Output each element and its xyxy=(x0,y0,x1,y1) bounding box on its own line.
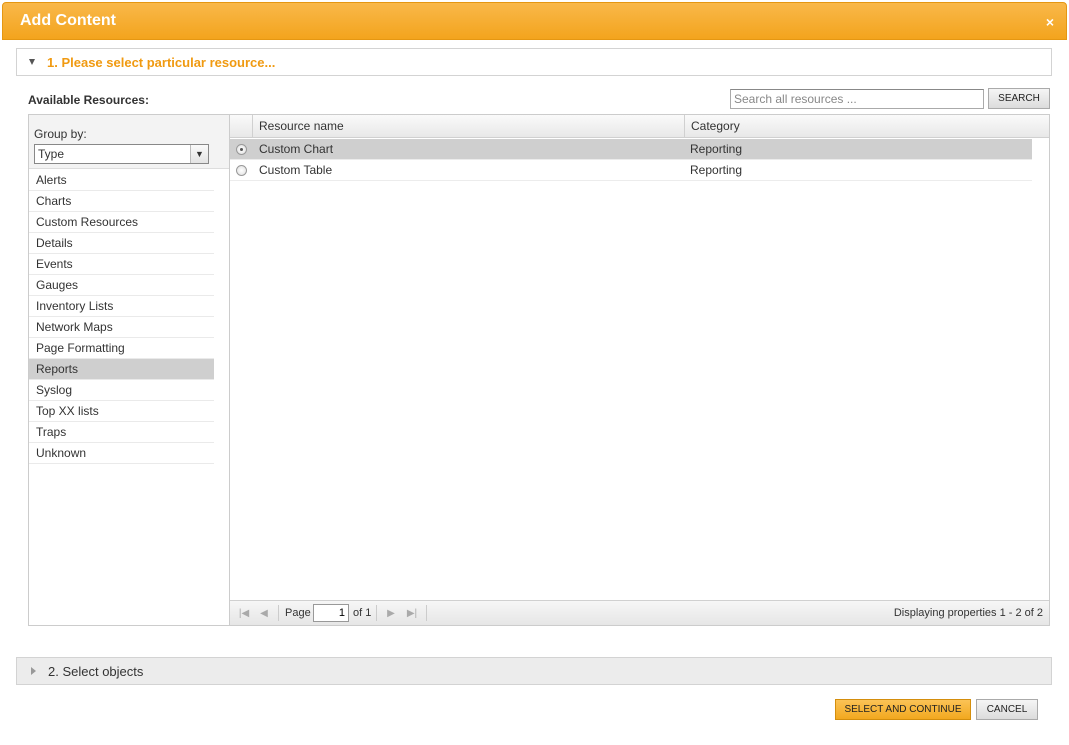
group-list: Alerts Charts Custom Resources Details Event… xyxy=(29,170,214,464)
group-item[interactable]: Details xyxy=(29,233,214,254)
search-input[interactable] xyxy=(730,89,984,109)
group-item[interactable]: Network Maps xyxy=(29,317,214,338)
expand-triangle-icon xyxy=(31,667,36,675)
page-number-input[interactable] xyxy=(313,604,349,622)
close-icon[interactable]: × xyxy=(1046,14,1054,30)
group-item[interactable]: Page Formatting xyxy=(29,338,214,359)
pager: |◀ ◀ Page of 1 ▶ ▶| Displaying propertie… xyxy=(230,600,1049,625)
search-button[interactable]: SEARCH xyxy=(988,88,1050,109)
collapse-triangle-icon xyxy=(29,59,35,65)
group-by-box: Group by: Type ▼ xyxy=(29,115,229,169)
resource-name-cell: Custom Table xyxy=(259,163,333,177)
last-page-icon[interactable]: ▶| xyxy=(405,606,419,620)
grid-header: Resource name Category xyxy=(230,115,1049,138)
row-radio[interactable] xyxy=(236,165,247,176)
category-cell: Reporting xyxy=(690,163,743,177)
dialog-titlebar: Add Content × xyxy=(2,2,1067,40)
group-by-label: Group by: xyxy=(34,127,87,141)
prev-page-icon[interactable]: ◀ xyxy=(257,606,271,620)
row-radio[interactable] xyxy=(236,144,247,155)
step-1-header[interactable]: 1. Please select particular resource... xyxy=(16,48,1052,76)
group-item[interactable]: Custom Resources xyxy=(29,212,214,233)
resource-name-cell: Custom Chart xyxy=(259,142,334,156)
select-and-continue-button[interactable]: SELECT AND CONTINUE xyxy=(835,699,971,720)
table-row[interactable]: Custom Chart Reporting xyxy=(230,139,1032,160)
resource-grid: Resource name Category Custom Chart Repor… xyxy=(230,115,1049,625)
group-item[interactable]: Syslog xyxy=(29,380,214,401)
group-item[interactable]: Gauges xyxy=(29,275,214,296)
dialog-title: Add Content xyxy=(20,12,116,29)
chevron-down-icon[interactable]: ▼ xyxy=(190,145,208,163)
group-item[interactable]: Top XX lists xyxy=(29,401,214,422)
first-page-icon[interactable]: |◀ xyxy=(237,606,251,620)
group-item[interactable]: Inventory Lists xyxy=(29,296,214,317)
page-count-label: of 1 xyxy=(353,607,372,619)
group-item[interactable]: Events xyxy=(29,254,214,275)
column-header-category[interactable]: Category xyxy=(684,115,1038,138)
next-page-icon[interactable]: ▶ xyxy=(384,606,398,620)
step-1-label: 1. Please select particular resource... xyxy=(47,54,276,70)
group-by-select[interactable]: Type ▼ xyxy=(34,144,209,164)
group-item[interactable]: Reports xyxy=(29,359,214,380)
table-row[interactable]: Custom Table Reporting xyxy=(230,160,1032,181)
pager-display-text: Displaying properties 1 - 2 of 2 xyxy=(893,607,1043,619)
step-2-header[interactable]: 2. Select objects xyxy=(16,657,1052,685)
resources-panel: Group by: Type ▼ Alerts Charts Custom Reso… xyxy=(28,114,1050,626)
category-cell: Reporting xyxy=(690,142,743,156)
group-item[interactable]: Unknown xyxy=(29,443,214,464)
column-header-resource-name[interactable]: Resource name xyxy=(252,115,684,138)
group-item[interactable]: Traps xyxy=(29,422,214,443)
cancel-button[interactable]: CANCEL xyxy=(976,699,1038,720)
available-resources-label: Available Resources: xyxy=(28,93,149,107)
step-2-label: 2. Select objects xyxy=(48,663,144,679)
group-item[interactable]: Charts xyxy=(29,191,214,212)
group-item[interactable]: Alerts xyxy=(29,170,214,191)
group-by-column: Group by: Type ▼ Alerts Charts Custom Reso… xyxy=(29,115,230,625)
page-label: Page xyxy=(285,607,311,619)
group-by-selected-value: Type xyxy=(38,147,65,161)
